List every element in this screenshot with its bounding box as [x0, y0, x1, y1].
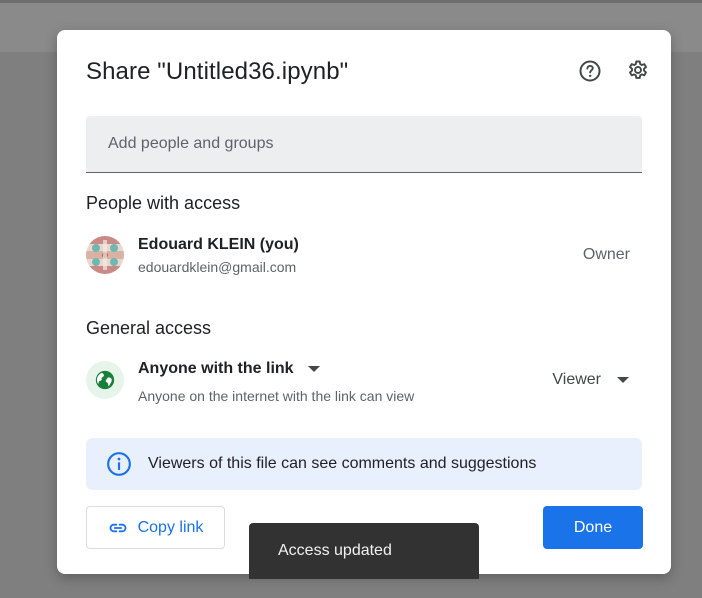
add-people-field[interactable] [86, 116, 642, 173]
avatar[interactable] [86, 236, 124, 274]
info-icon [106, 451, 132, 477]
general-access-heading: General access [86, 318, 212, 338]
dialog-title: Share "Untitled36.ipynb" [86, 58, 349, 85]
person-role-owner: Owner [582, 246, 630, 263]
chevron-down-icon [307, 366, 320, 372]
settings-gear-icon[interactable] [625, 58, 651, 84]
general-access-role-dropdown[interactable]: Viewer [552, 371, 629, 389]
person-email: edouardklein@gmail.com [138, 259, 297, 275]
link-icon [108, 518, 128, 538]
add-people-input[interactable] [106, 134, 622, 154]
info-banner: Viewers of this file can see comments an… [86, 438, 642, 490]
people-with-access-heading: People with access [86, 193, 241, 213]
copy-link-label: Copy link [137, 518, 204, 536]
share-dialog: Share "Untitled36.ipynb" People with acc… [57, 30, 671, 574]
general-access-dropdown[interactable]: Anyone with the link [138, 360, 320, 378]
globe-icon [86, 361, 124, 399]
general-access-selected: Anyone with the link [138, 360, 294, 377]
help-icon[interactable] [577, 58, 603, 84]
chevron-down-icon [617, 377, 629, 383]
done-button[interactable]: Done [543, 506, 643, 549]
person-name: Edouard KLEIN (you) [138, 236, 299, 253]
info-banner-text: Viewers of this file can see comments an… [148, 455, 537, 472]
background-app-topline [0, 0, 702, 3]
general-access-role: Viewer [552, 371, 601, 388]
snackbar: Access updated [249, 523, 479, 579]
snackbar-message: Access updated [278, 542, 392, 559]
general-access-description: Anyone on the internet with the link can… [138, 388, 415, 404]
copy-link-button[interactable]: Copy link [86, 506, 225, 549]
